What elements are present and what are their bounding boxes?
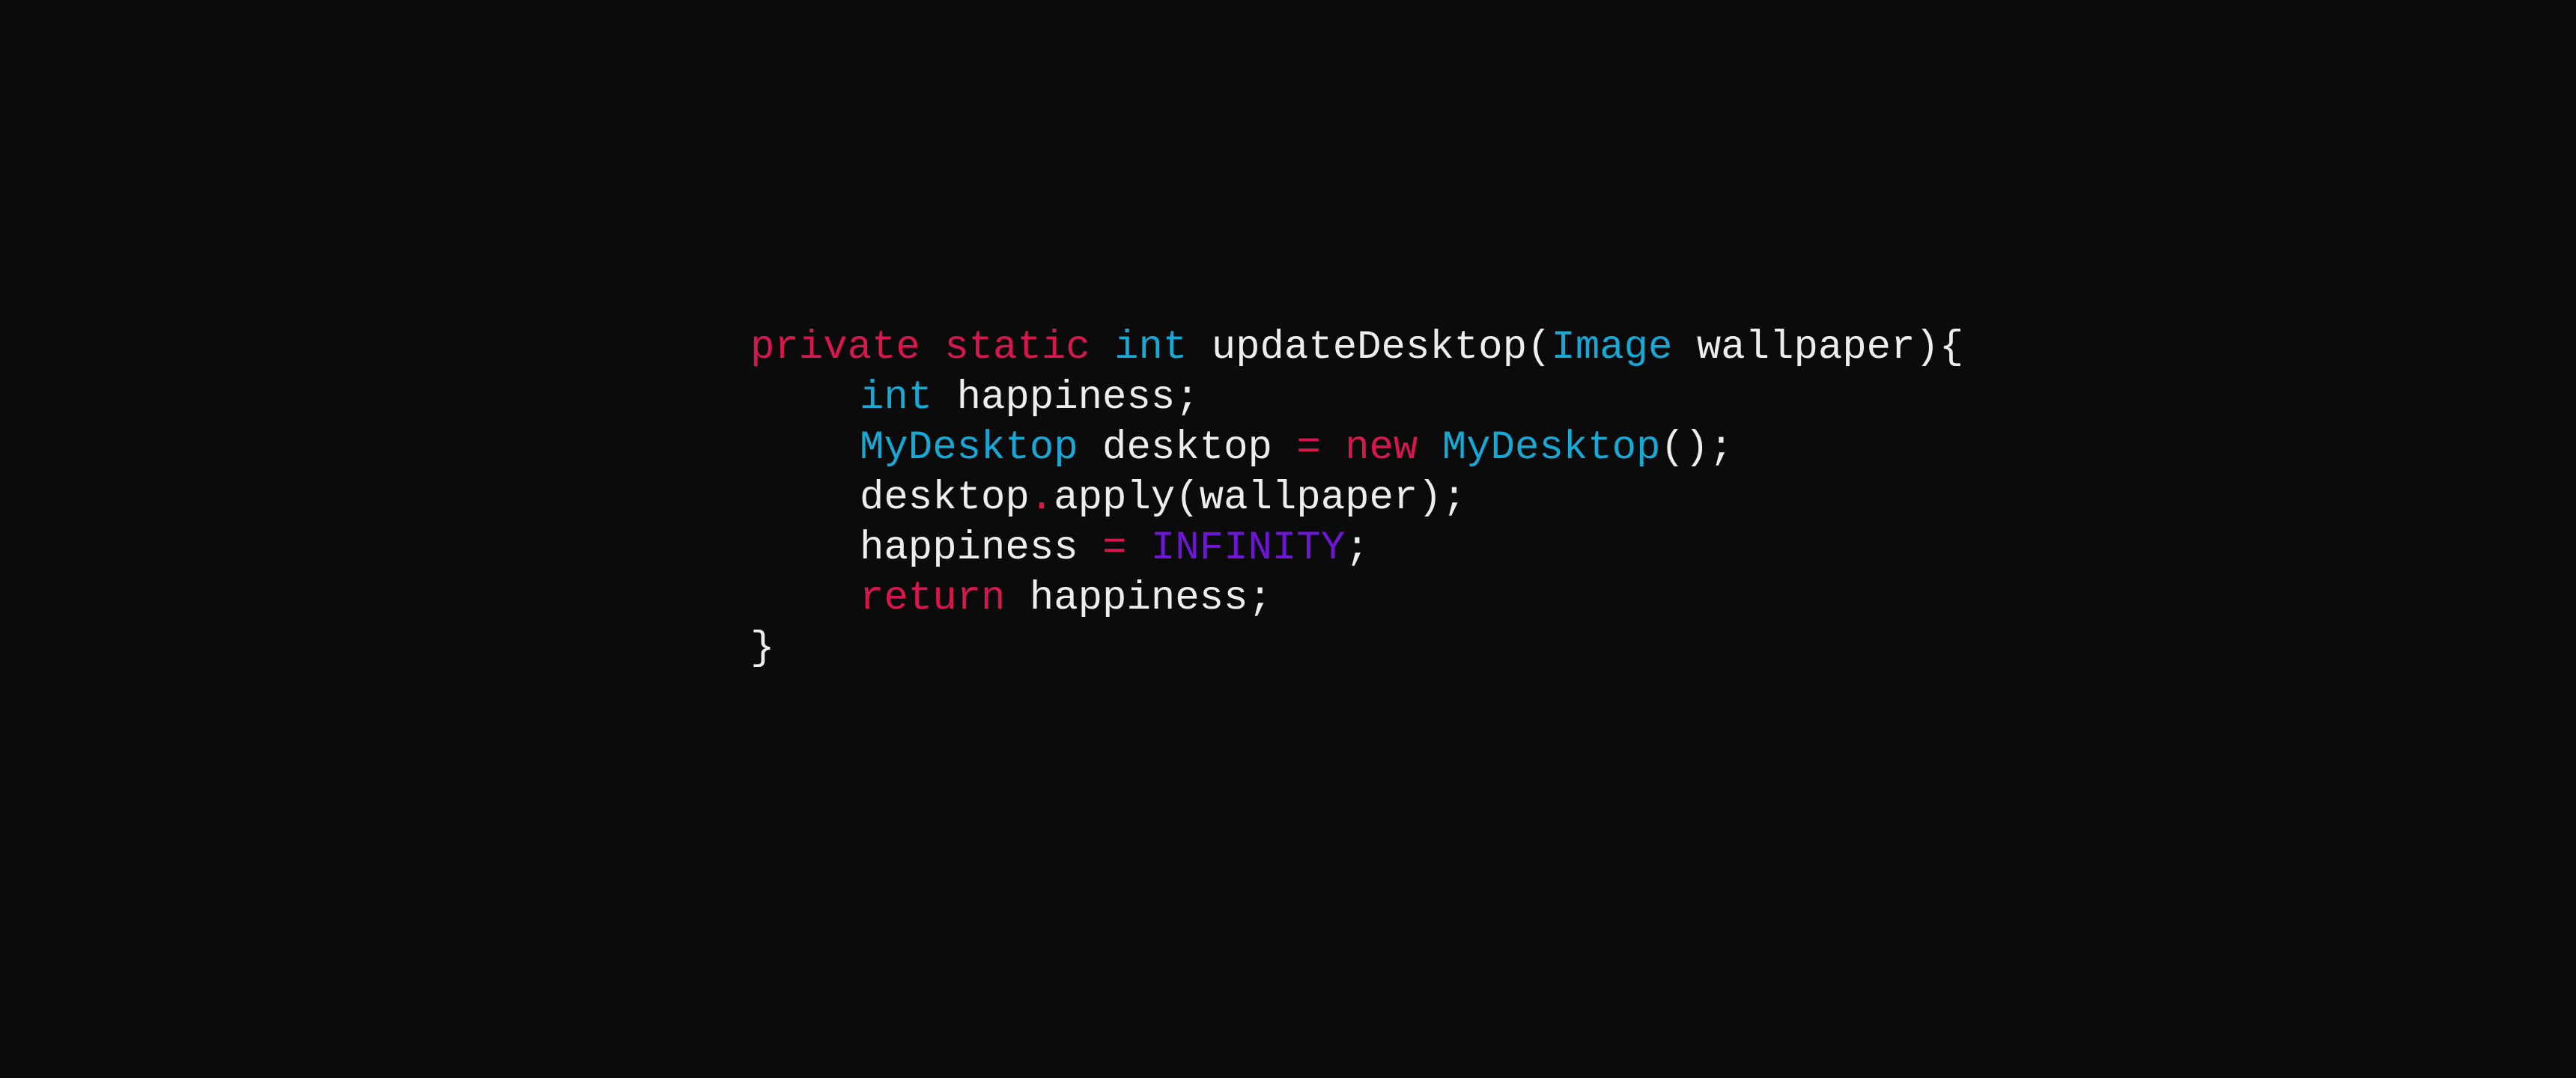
code-token-keyword: return [860, 576, 1006, 621]
code-token-default: apply(wallpaper); [1054, 475, 1467, 521]
code-line: happiness = INFINITY; [750, 523, 1963, 573]
code-token-keyword: new [1345, 425, 1418, 471]
code-token-default: happiness; [1005, 576, 1272, 621]
code-token-default: updateDesktop( [1187, 325, 1552, 371]
code-token-default: desktop [1078, 425, 1297, 471]
code-token-default: ; [1345, 526, 1370, 571]
code-token-type: MyDesktop [860, 425, 1078, 471]
code-wallpaper: private static int updateDesktop(Image w… [0, 0, 2576, 1078]
code-token-default [920, 325, 944, 371]
code-token-default: wallpaper){ [1672, 325, 1964, 371]
code-token-type: Image [1551, 325, 1673, 371]
code-token-keyword: private [750, 325, 920, 371]
code-line: private static int updateDesktop(Image w… [750, 323, 1963, 373]
code-token-keyword: static [944, 325, 1090, 371]
code-token-default: } [750, 626, 775, 672]
code-token-operator: . [1029, 475, 1054, 521]
code-token-default: happiness [860, 526, 1103, 571]
code-line: desktop.apply(wallpaper); [750, 473, 1963, 523]
code-token-operator: = [1296, 425, 1321, 471]
code-token-default: desktop [860, 475, 1030, 521]
code-token-type: MyDesktop [1442, 425, 1661, 471]
code-token-default [1418, 425, 1442, 471]
code-token-default: happiness; [932, 375, 1200, 421]
code-token-type: int [1114, 325, 1188, 371]
code-line: return happiness; [750, 573, 1963, 624]
code-token-constant: INFINITY [1150, 526, 1346, 571]
code-token-default [1126, 526, 1150, 571]
code-token-default [1090, 325, 1114, 371]
code-snippet: private static int updateDesktop(Image w… [750, 323, 1963, 674]
code-line: MyDesktop desktop = new MyDesktop(); [750, 423, 1963, 473]
code-line: } [750, 624, 1963, 674]
code-token-type: int [860, 375, 933, 421]
code-token-default [1321, 425, 1345, 471]
code-token-default: (); [1660, 425, 1734, 471]
code-line: int happiness; [750, 373, 1963, 423]
code-token-operator: = [1102, 526, 1127, 571]
